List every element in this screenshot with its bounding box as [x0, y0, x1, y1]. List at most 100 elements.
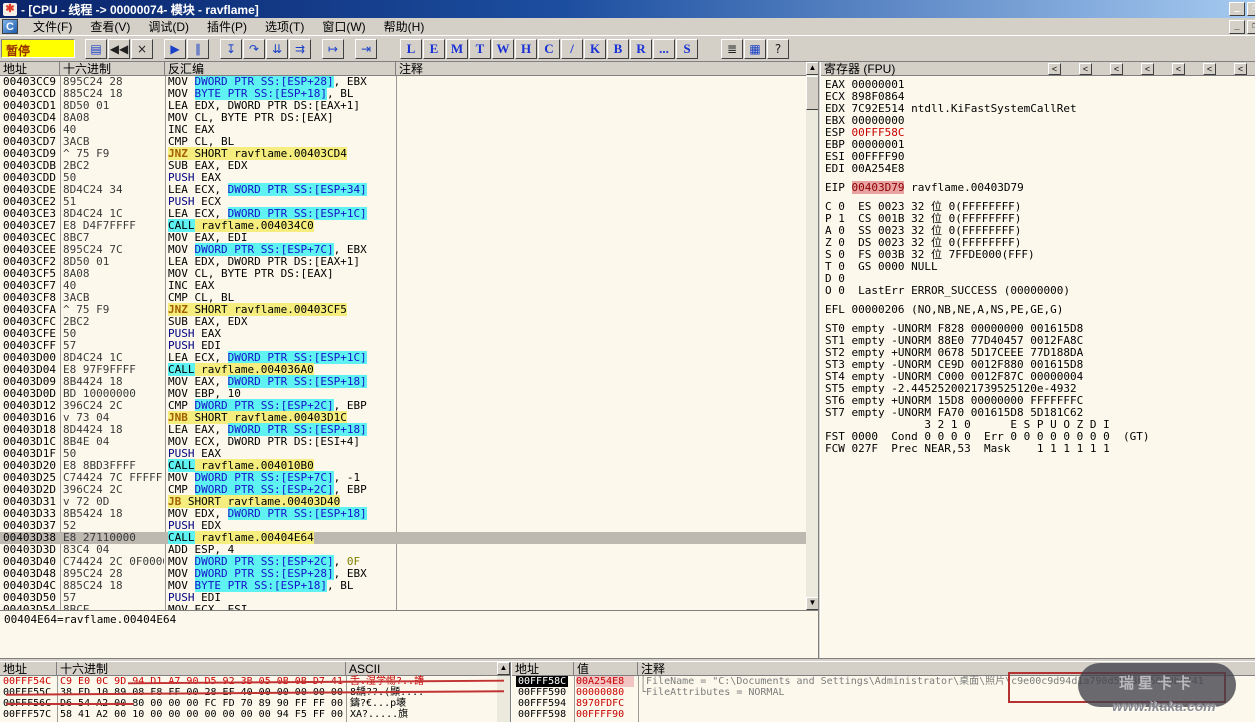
- disasm-row[interactable]: 00403D25C74424 7C FFFFFMOV DWORD PTR SS:…: [0, 472, 806, 484]
- register-line[interactable]: FCW 027F Prec NEAR,53 Mask 1 1 1 1 1 1: [825, 443, 1253, 455]
- disasm-row[interactable]: 00403D5057PUSH EDI: [0, 592, 806, 604]
- disasm-row[interactable]: 00403D2D396C24 2CCMP DWORD PTR SS:[ESP+2…: [0, 484, 806, 496]
- disasm-row[interactable]: 00403D188D4424 18LEA EAX, DWORD PTR SS:[…: [0, 424, 806, 436]
- disasm-row[interactable]: 00403D3D83C4 04ADD ESP, 4: [0, 544, 806, 556]
- disasm-row[interactable]: 00403CCD885C24 18MOV BYTE PTR SS:[ESP+18…: [0, 88, 806, 100]
- menu-item[interactable]: 文件(F): [24, 17, 81, 36]
- collapse-chevron-icon[interactable]: <: [1110, 63, 1123, 75]
- pause-icon[interactable]: ∥: [187, 39, 209, 59]
- disasm-row[interactable]: 00403CFC2BC2SUB EAX, EDX: [0, 316, 806, 328]
- disasm-row[interactable]: 00403D1F50PUSH EAX: [0, 448, 806, 460]
- disasm-row[interactable]: 00403CD18D50 01LEA EDX, DWORD PTR DS:[EA…: [0, 100, 806, 112]
- register-line[interactable]: T 0 GS 0000 NULL: [825, 261, 1253, 273]
- menu-item[interactable]: 帮助(H): [375, 17, 434, 36]
- animate-over-icon[interactable]: ⇉: [289, 39, 311, 59]
- disasm-row[interactable]: 00403CDE8D4C24 34LEA ECX, DWORD PTR SS:[…: [0, 184, 806, 196]
- disasm-row[interactable]: 00403D31v 72 0DJB SHORT ravflame.00403D4…: [0, 496, 806, 508]
- collapse-chevron-icon[interactable]: <: [1079, 63, 1092, 75]
- until-return-icon[interactable]: ↦: [322, 39, 344, 59]
- pane-shortcut-button-H[interactable]: H: [515, 39, 537, 59]
- disasm-row[interactable]: 00403CE251PUSH ECX: [0, 196, 806, 208]
- disasm-row[interactable]: 00403CD48A08MOV CL, BYTE PTR DS:[EAX]: [0, 112, 806, 124]
- dump-row[interactable]: 00FFF57C58 41 A2 00 10 00 00 00 00 00 00…: [0, 709, 496, 720]
- step-into-icon[interactable]: ↧: [220, 39, 242, 59]
- disasm-row[interactable]: 00403CD640INC EAX: [0, 124, 806, 136]
- title-bar: ✱ - [CPU - 线程 -> 00000074- 模块 - ravflame…: [0, 0, 1255, 18]
- disasm-row[interactable]: 00403D48895C24 28MOV DWORD PTR SS:[ESP+2…: [0, 568, 806, 580]
- disasm-row[interactable]: 00403D1C8B4E 04MOV ECX, DWORD PTR DS:[ES…: [0, 436, 806, 448]
- pane-shortcut-button-C[interactable]: C: [538, 39, 560, 59]
- mdi-minimize-button[interactable]: _: [1229, 20, 1245, 34]
- restore-button[interactable]: ❐: [1247, 2, 1255, 16]
- register-line[interactable]: EIP 00403D79 ravflame.00403D79: [825, 182, 1253, 194]
- menu-item[interactable]: 选项(T): [256, 17, 313, 36]
- pane-shortcut-button-B[interactable]: B: [607, 39, 629, 59]
- collapse-chevron-icon[interactable]: <: [1048, 63, 1061, 75]
- disasm-row[interactable]: 00403CFE50PUSH EAX: [0, 328, 806, 340]
- register-line[interactable]: EDI 00A254E8: [825, 163, 1253, 175]
- disasm-row[interactable]: 00403D3752PUSH EDX: [0, 520, 806, 532]
- pane-shortcut-button-M[interactable]: M: [446, 39, 468, 59]
- help-icon[interactable]: ?: [767, 39, 789, 59]
- disasm-row[interactable]: 00403CFA^ 75 F9JNZ SHORT ravflame.00403C…: [0, 304, 806, 316]
- disasm-row[interactable]: 00403CF28D50 01LEA EDX, DWORD PTR DS:[EA…: [0, 256, 806, 268]
- appearance-icon[interactable]: ▦: [744, 39, 766, 59]
- menu-item[interactable]: 调试(D): [139, 17, 198, 36]
- disasm-row[interactable]: 00403CF83ACBCMP CL, BL: [0, 292, 806, 304]
- disasm-row[interactable]: 00403CF740INC EAX: [0, 280, 806, 292]
- open-file-icon[interactable]: ▤: [85, 39, 107, 59]
- dump-scrollbar[interactable]: [497, 676, 510, 722]
- disasm-row[interactable]: 00403D008D4C24 1CLEA ECX, DWORD PTR SS:[…: [0, 352, 806, 364]
- mdi-restore-button[interactable]: ❐: [1247, 20, 1255, 34]
- disasm-row[interactable]: 00403D098B4424 18MOV EAX, DWORD PTR SS:[…: [0, 376, 806, 388]
- disasm-row[interactable]: 00403CFF57PUSH EDI: [0, 340, 806, 352]
- collapse-chevron-icon[interactable]: <: [1234, 63, 1247, 75]
- disasm-row[interactable]: 00403CEE895C24 7CMOV DWORD PTR SS:[ESP+7…: [0, 244, 806, 256]
- step-over-icon[interactable]: ↷: [243, 39, 265, 59]
- disasm-row[interactable]: 00403CD73ACBCMP CL, BL: [0, 136, 806, 148]
- disasm-row[interactable]: 00403CE38D4C24 1CLEA ECX, DWORD PTR SS:[…: [0, 208, 806, 220]
- run-icon[interactable]: ▶: [164, 39, 186, 59]
- menu-item[interactable]: 查看(V): [81, 17, 139, 36]
- scroll-up-icon[interactable]: ▲: [497, 662, 510, 675]
- register-line[interactable]: EFL 00000206 (NO,NB,NE,A,NS,PE,GE,G): [825, 304, 1253, 316]
- disasm-row[interactable]: 00403D40C74424 2C 0F0000MOV DWORD PTR SS…: [0, 556, 806, 568]
- disasm-row[interactable]: 00403CD9^ 75 F9JNZ SHORT ravflame.00403C…: [0, 148, 806, 160]
- disasm-row[interactable]: 00403CC9895C24 28MOV DWORD PTR SS:[ESP+2…: [0, 76, 806, 88]
- disasm-row[interactable]: 00403D0DBD 10000000MOV EBP, 10: [0, 388, 806, 400]
- disasm-row[interactable]: 00403D20E8 8BD3FFFFCALL ravflame.004010B…: [0, 460, 806, 472]
- disasm-row[interactable]: 00403CEC8BC7MOV EAX, EDI: [0, 232, 806, 244]
- menu-item[interactable]: 插件(P): [198, 17, 256, 36]
- disasm-row[interactable]: 00403D12396C24 2CCMP DWORD PTR SS:[ESP+2…: [0, 400, 806, 412]
- pane-shortcut-button-T[interactable]: T: [469, 39, 491, 59]
- menu-item[interactable]: 窗口(W): [313, 17, 374, 36]
- collapse-chevron-icon[interactable]: <: [1172, 63, 1185, 75]
- pane-shortcut-button-xxx[interactable]: ...: [653, 39, 675, 59]
- pane-shortcut-button-W[interactable]: W: [492, 39, 514, 59]
- register-line[interactable]: O 0 LastErr ERROR_SUCCESS (00000000): [825, 285, 1253, 297]
- collapse-chevron-icon[interactable]: <: [1141, 63, 1154, 75]
- disasm-row[interactable]: 00403CF58A08MOV CL, BYTE PTR DS:[EAX]: [0, 268, 806, 280]
- disasm-row[interactable]: 00403CDD50PUSH EAX: [0, 172, 806, 184]
- disasm-row[interactable]: 00403D338B5424 18MOV EDX, DWORD PTR SS:[…: [0, 508, 806, 520]
- disasm-row[interactable]: 00403CDB2BC2SUB EAX, EDX: [0, 160, 806, 172]
- close-icon[interactable]: ×: [131, 39, 153, 59]
- collapse-chevron-icon[interactable]: <: [1203, 63, 1216, 75]
- pane-shortcut-button-x[interactable]: /: [561, 39, 583, 59]
- cpu-window-icon[interactable]: C: [2, 19, 18, 34]
- animate-into-icon[interactable]: ⇊: [266, 39, 288, 59]
- disasm-row[interactable]: 00403D4C885C24 18MOV BYTE PTR SS:[ESP+18…: [0, 580, 806, 592]
- pane-shortcut-button-S[interactable]: S: [676, 39, 698, 59]
- windows-list-icon[interactable]: ≣: [721, 39, 743, 59]
- goto-icon[interactable]: ⇥: [355, 39, 377, 59]
- minimize-button[interactable]: _: [1229, 2, 1245, 16]
- pane-shortcut-button-L[interactable]: L: [400, 39, 422, 59]
- disasm-row[interactable]: 00403D16v 73 04JNB SHORT ravflame.00403D…: [0, 412, 806, 424]
- disasm-row[interactable]: 00403D38E8 27110000CALL ravflame.00404E6…: [0, 532, 806, 544]
- pane-shortcut-button-R[interactable]: R: [630, 39, 652, 59]
- disasm-row[interactable]: 00403CE7E8 D4F7FFFFCALL ravflame.004034C…: [0, 220, 806, 232]
- disasm-row[interactable]: 00403D04E8 97F9FFFFCALL ravflame.004036A…: [0, 364, 806, 376]
- restart-icon[interactable]: ◀◀: [108, 39, 130, 59]
- pane-shortcut-button-K[interactable]: K: [584, 39, 606, 59]
- pane-shortcut-button-E[interactable]: E: [423, 39, 445, 59]
